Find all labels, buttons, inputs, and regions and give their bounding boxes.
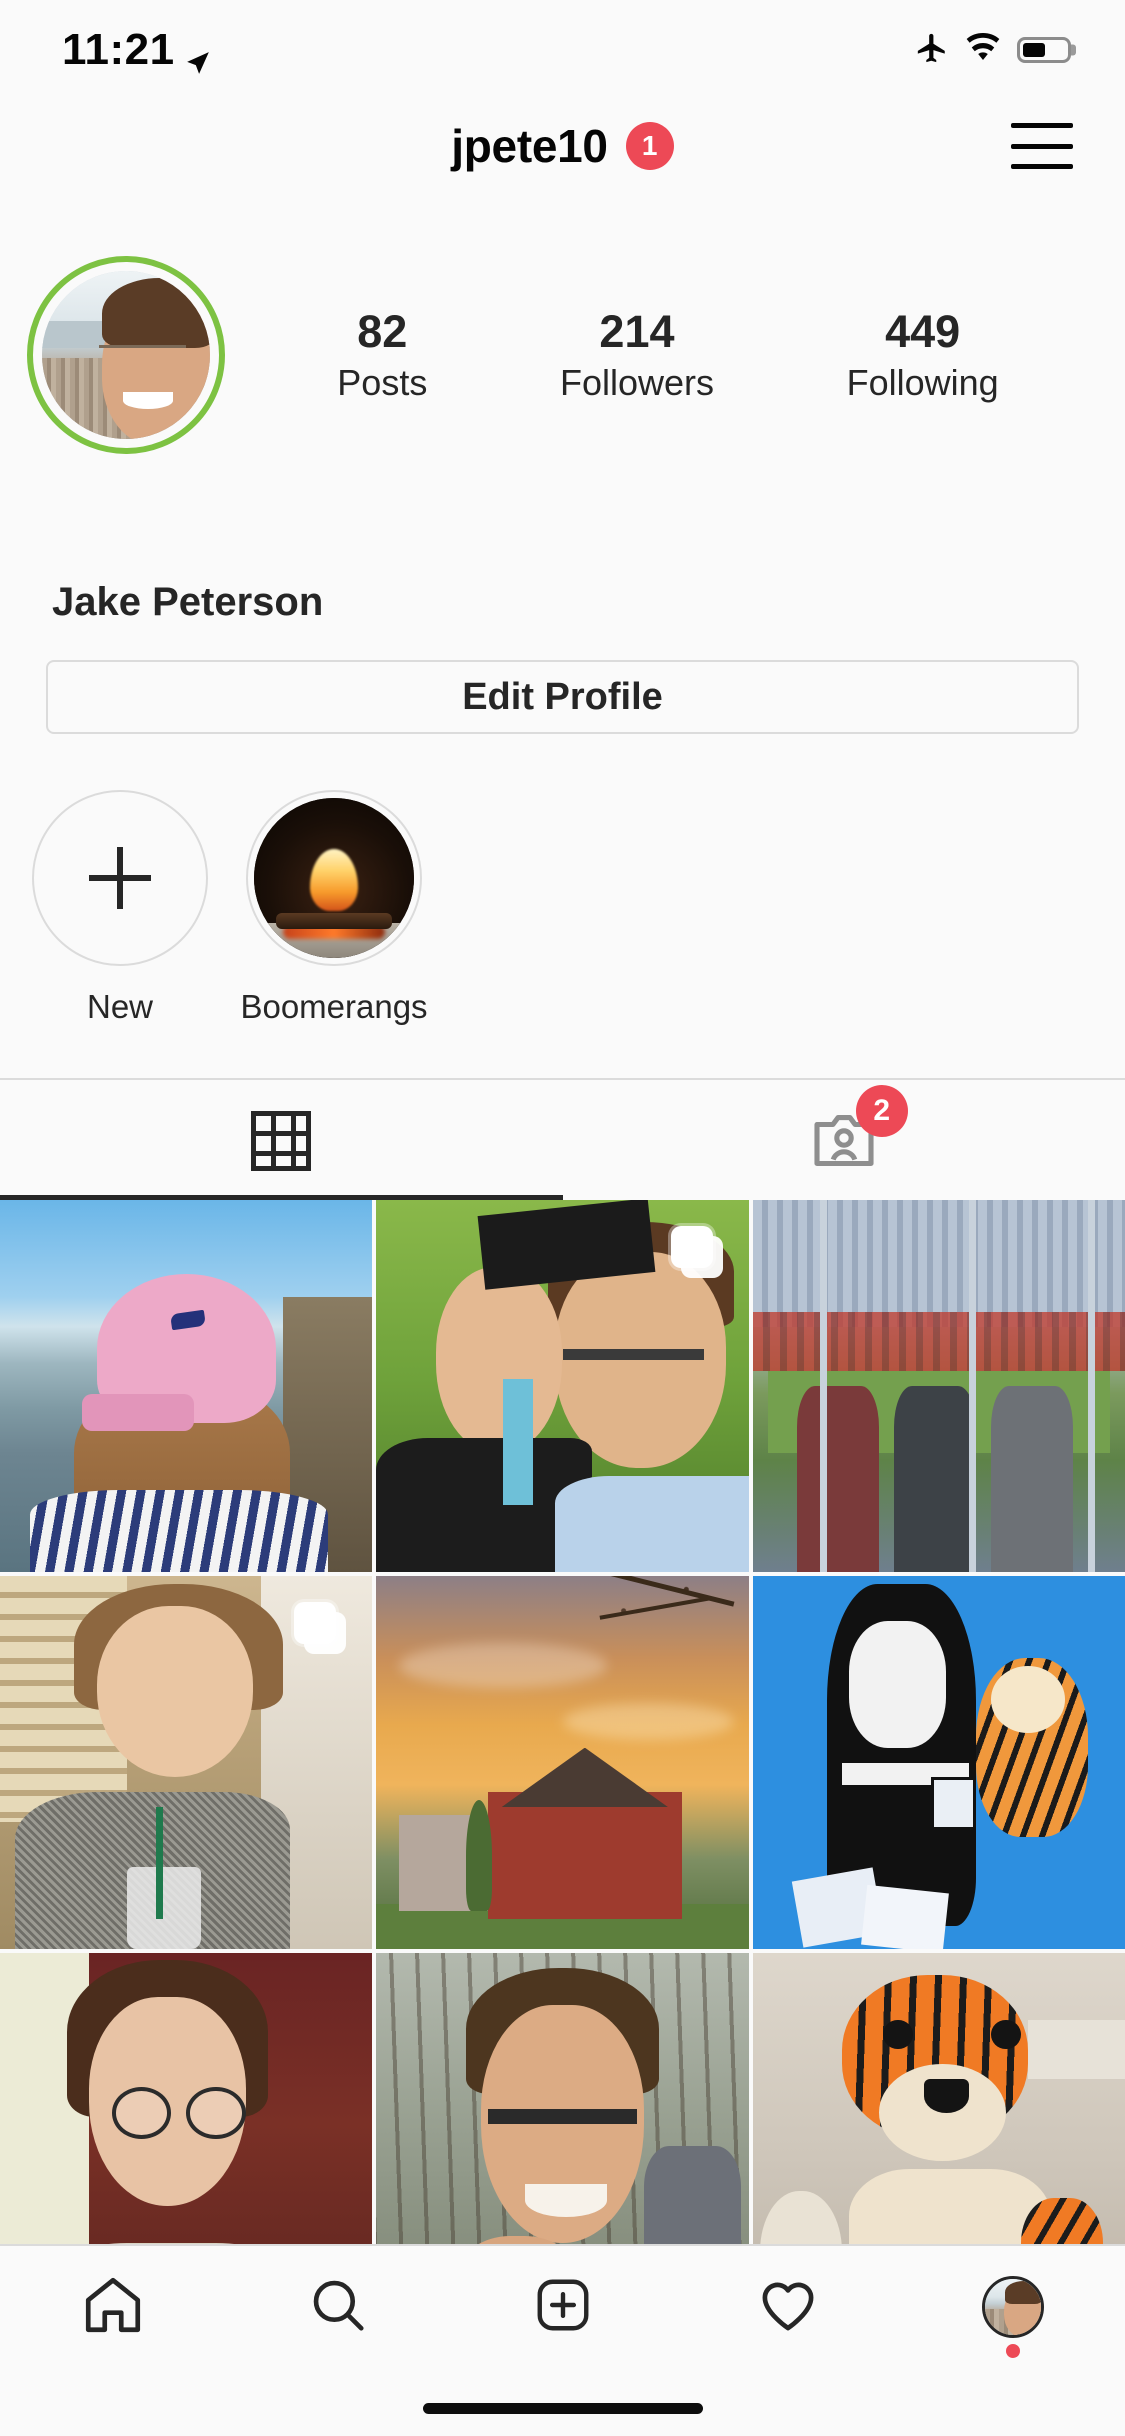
stat-following[interactable]: 449 Following <box>847 306 999 403</box>
highlight-boomerangs[interactable]: Boomerangs <box>240 790 428 1026</box>
grid-post-3[interactable] <box>752 1200 1125 1573</box>
grid-post-6[interactable] <box>752 1576 1125 1949</box>
grid-post-2[interactable] <box>376 1200 749 1573</box>
status-bar: 11:21 <box>0 0 1125 100</box>
plus-icon <box>89 847 151 909</box>
stat-following-label: Following <box>846 361 999 403</box>
home-indicator <box>422 2403 703 2414</box>
highlight-label: New <box>86 988 154 1025</box>
posts-grid <box>0 1200 1125 2326</box>
avatar[interactable] <box>27 256 225 454</box>
profile-full-name: Jake Peterson <box>52 580 324 624</box>
post-thumbnail <box>752 1576 1125 1949</box>
post-thumbnail <box>376 1576 749 1949</box>
stat-followers-value: 214 <box>599 306 675 358</box>
instagram-profile-screen: 11:21 jpete10 1 82 Posts 214 Followers 4… <box>0 0 1125 2436</box>
fireplace-thumbnail <box>254 798 414 958</box>
carousel-indicator-icon <box>670 1226 723 1278</box>
grid-icon <box>251 1111 312 1171</box>
stat-followers[interactable]: 214 Followers <box>560 306 714 403</box>
grid-post-5[interactable] <box>376 1576 749 1949</box>
location-arrow-icon <box>185 37 211 74</box>
username-switcher[interactable]: jpete10 1 <box>451 119 674 173</box>
new-highlight-circle <box>32 790 208 966</box>
grid-post-4[interactable] <box>0 1576 373 1949</box>
tab-grid[interactable] <box>0 1082 563 1200</box>
highlight-circle <box>246 790 422 966</box>
username-badge: 1 <box>625 122 674 170</box>
hamburger-menu-icon[interactable] <box>1011 123 1073 169</box>
stat-posts-label: Posts <box>337 361 428 403</box>
wifi-icon <box>965 32 1001 68</box>
avatar-image <box>38 267 214 443</box>
status-bar-time: 11:21 <box>62 25 175 74</box>
search-icon <box>307 2274 369 2341</box>
profile-summary-row: 82 Posts 214 Followers 449 Following <box>0 255 1125 455</box>
battery-icon <box>1017 37 1076 63</box>
edit-profile-label: Edit Profile <box>462 675 663 718</box>
profile-avatar-icon <box>981 2276 1044 2338</box>
nav-create-button[interactable] <box>498 2246 628 2368</box>
nav-profile-button[interactable] <box>948 2246 1078 2368</box>
edit-profile-button[interactable]: Edit Profile <box>46 660 1079 734</box>
nav-search-button[interactable] <box>273 2246 403 2368</box>
post-thumbnail <box>752 1200 1125 1573</box>
status-bar-indicators <box>915 31 1076 70</box>
stat-following-value: 449 <box>885 306 961 358</box>
status-bar-time-group: 11:21 <box>62 25 211 75</box>
stat-followers-label: Followers <box>559 361 714 403</box>
grid-post-1[interactable] <box>0 1200 373 1573</box>
bottom-navigation-bar <box>0 2244 1125 2368</box>
profile-notification-dot <box>1005 2344 1020 2358</box>
nav-activity-button[interactable] <box>723 2246 853 2368</box>
stat-posts[interactable]: 82 Posts <box>337 306 427 403</box>
tagged-badge: 2 <box>855 1085 908 1137</box>
profile-stats: 82 Posts 214 Followers 449 Following <box>225 306 1125 403</box>
tab-tagged[interactable]: 2 <box>563 1082 1125 1200</box>
highlight-new[interactable]: New <box>32 790 208 1026</box>
nav-home-button[interactable] <box>48 2246 178 2368</box>
profile-tabbar: 2 <box>0 1082 1125 1200</box>
home-icon <box>80 2272 146 2343</box>
post-thumbnail <box>0 1200 373 1573</box>
tagged-person-icon: 2 <box>806 1085 908 1177</box>
heart-icon <box>755 2272 821 2343</box>
stat-posts-value: 82 <box>357 306 408 358</box>
profile-header: jpete10 1 <box>0 100 1125 192</box>
airplane-mode-icon <box>915 31 949 70</box>
header-username: jpete10 <box>451 120 608 172</box>
carousel-indicator-icon <box>294 1602 347 1655</box>
highlight-label: Boomerangs <box>240 988 428 1025</box>
story-highlights-row: New Boomerangs <box>0 790 1125 1080</box>
add-post-icon <box>532 2274 594 2341</box>
